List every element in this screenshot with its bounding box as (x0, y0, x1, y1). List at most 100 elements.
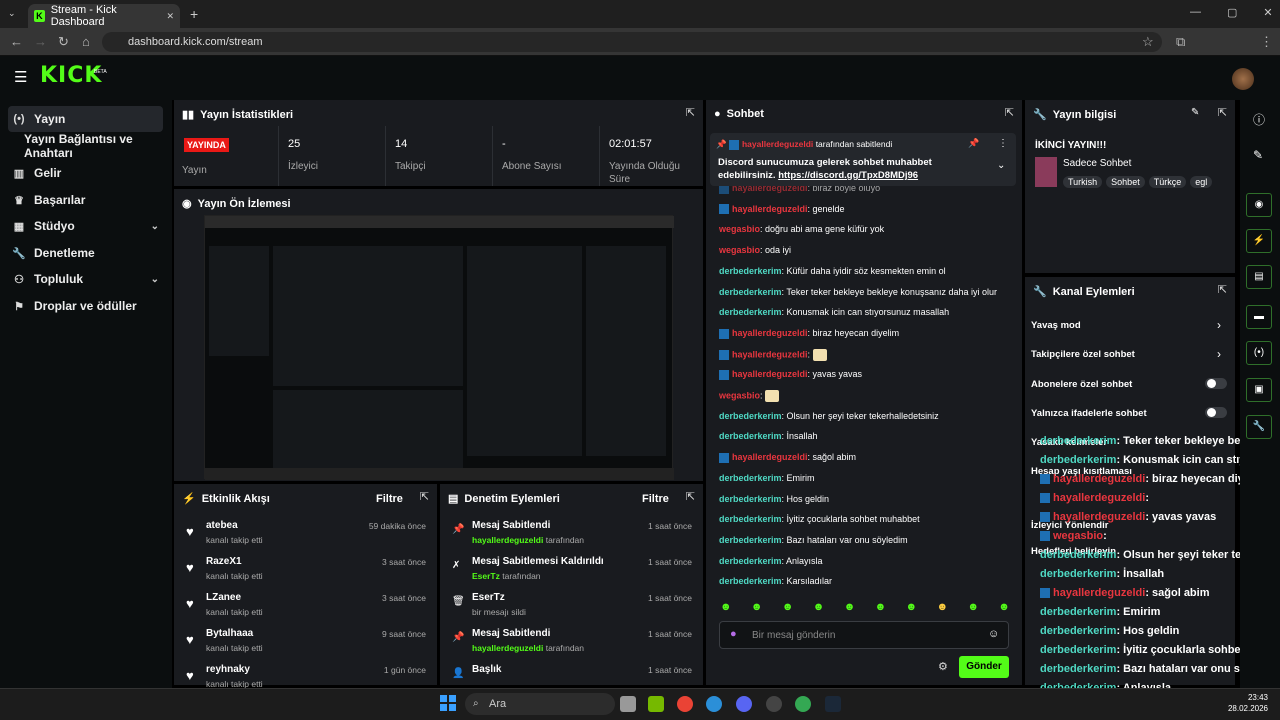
chat-username[interactable]: wegasbio (719, 390, 760, 400)
chat-username[interactable]: hayallerdeguzeldi (732, 349, 808, 359)
chat-message[interactable]: derbederkerim: Bazı hataları var onu söy… (719, 535, 908, 546)
pinned-link[interactable]: https://discord.gg/TpxD8MDj96 (778, 170, 918, 181)
action-slow-mode[interactable]: Yavaş mod (1031, 320, 1081, 331)
chat-username[interactable]: hayallerdeguzeldi (732, 452, 808, 462)
windows-start-icon[interactable] (440, 695, 456, 711)
url-input[interactable]: dashboard.kick.com/stream (102, 32, 1162, 52)
emote-icon[interactable]: ☻ (936, 601, 948, 613)
chat-input[interactable]: ● Bir mesaj gönderin ☺ (719, 621, 1009, 649)
chat-message[interactable]: hayallerdeguzeldi: yavas yavas (719, 369, 862, 380)
tag[interactable]: Türkçe (1148, 176, 1187, 188)
chat-username[interactable]: derbederkerim (719, 287, 782, 297)
chat-username[interactable]: derbederkerim (719, 494, 782, 504)
microphone-icon[interactable]: ● (730, 628, 737, 640)
close-tab-icon[interactable]: ✕ (166, 11, 174, 22)
wrench-icon[interactable]: 🔧 (1246, 415, 1272, 439)
expand-icon[interactable]: ⇱ (686, 106, 695, 119)
more-options-icon[interactable]: ⋮ (998, 138, 1008, 149)
moderation-filter-button[interactable]: Filtre (642, 493, 669, 505)
category-name[interactable]: Sadece Sohbet (1063, 158, 1131, 169)
emote-icon[interactable]: ☻ (998, 601, 1010, 613)
camera-icon[interactable]: ◉ (1246, 193, 1272, 217)
expand-icon[interactable]: ⇱ (1005, 106, 1014, 119)
emote-icon[interactable]: ☻ (906, 601, 918, 613)
chat-username[interactable]: hayallerdeguzeldi (732, 328, 808, 338)
chat-message[interactable]: derbederkerim: Teker teker bekleye bekle… (719, 287, 997, 298)
unpin-icon[interactable]: 📌 (968, 138, 979, 149)
tab-list-icon[interactable]: ⌄ (8, 8, 16, 19)
chat-username[interactable]: derbederkerim (719, 473, 782, 483)
chrome-active-icon[interactable] (795, 696, 811, 712)
sidebar-item-droplar[interactable]: ⚑ Droplar ve ödüller (8, 293, 163, 319)
sidebar-item-gelir[interactable]: ▥ Gelir (8, 160, 163, 186)
sidebar-item-topluluk[interactable]: ⚇ Topluluk ⌄ (8, 266, 163, 292)
chat-message[interactable]: derbederkerim: Konusmak icin can stıyors… (719, 307, 949, 318)
sidebar-item-basarilar[interactable]: ♛ Başarılar (8, 187, 163, 213)
chat-message[interactable]: hayallerdeguzeldi: (719, 348, 827, 361)
chevron-right-icon[interactable]: › (1217, 318, 1221, 332)
minimize-icon[interactable]: — (1190, 6, 1201, 19)
broadcast-icon[interactable]: (•) (1246, 341, 1272, 365)
maximize-icon[interactable]: ▢ (1227, 6, 1237, 19)
emote-icon[interactable]: ☻ (782, 601, 794, 613)
emote-icon[interactable]: ☻ (967, 601, 979, 613)
chat-username[interactable]: derbederkerim (719, 431, 782, 441)
hamburger-menu-icon[interactable]: ☰ (14, 68, 27, 86)
action-subs-only[interactable]: Abonelere özel sohbet (1031, 379, 1132, 390)
close-window-icon[interactable]: ✕ (1263, 6, 1272, 19)
moderation-row[interactable]: 🗑 EserTz bir mesajı sildi 1 saat önce (448, 590, 692, 624)
edge-icon[interactable] (706, 696, 722, 712)
chat-username[interactable]: derbederkerim (719, 535, 782, 545)
chat-username[interactable]: hayallerdeguzeldi (732, 204, 808, 214)
expand-icon[interactable]: ⇱ (1218, 106, 1227, 119)
action-emote-only[interactable]: Yalnızca ifadelerle sohbet (1031, 408, 1147, 419)
chat-username[interactable]: wegasbio (719, 245, 760, 255)
chevron-down-icon[interactable]: ⌄ (997, 160, 1005, 171)
tag[interactable]: Sohbet (1106, 176, 1145, 188)
bookmark-star-icon[interactable]: ☆ (1142, 34, 1154, 50)
moderation-row[interactable]: ✗ Mesaj Sabitlemesi Kaldırıldı EserTz tara… (448, 554, 692, 588)
expand-icon[interactable]: ⇱ (686, 490, 695, 503)
chat-message[interactable]: derbederkerim: Karsıladılar (719, 576, 832, 587)
activity-row[interactable]: ♥ Bytalhaaa kanalı takip etti 9 saat önce (182, 626, 426, 660)
chat-username[interactable]: derbederkerim (719, 307, 782, 317)
pinned-message[interactable]: 📌 hayallerdeguzeldi tarafından sabitlend… (710, 133, 1016, 186)
bolt-icon[interactable]: ⚡ (1246, 229, 1272, 253)
file-explorer-icon[interactable] (620, 696, 636, 712)
chevron-right-icon[interactable]: › (1217, 347, 1221, 361)
expand-icon[interactable]: ⇱ (1218, 283, 1227, 296)
chat-settings-gear-icon[interactable]: ⚙ (938, 660, 948, 673)
moderation-row[interactable]: 📌 Mesaj Sabitlendi hayallerdeguzeldi taraf… (448, 518, 692, 552)
pen-icon[interactable]: ✎ (1253, 148, 1263, 162)
chat-username[interactable]: derbederkerim (719, 411, 782, 421)
document-icon[interactable]: ▤ (1246, 265, 1272, 289)
subs-only-toggle[interactable] (1205, 378, 1227, 389)
edit-icon[interactable]: ✎ (1191, 107, 1199, 118)
chat-message[interactable]: hayallerdeguzeldi: genelde (719, 204, 845, 215)
chat-message[interactable]: hayallerdeguzeldi: sağol abim (719, 452, 856, 463)
sidebar-item-yayin[interactable]: (•) Yayın (8, 106, 163, 132)
chat-username[interactable]: derbederkerim (719, 576, 782, 586)
activity-row[interactable]: ♥ LZanee kanalı takip etti 3 saat önce (182, 590, 426, 624)
send-button[interactable]: Gönder (959, 656, 1009, 678)
emote-icon[interactable]: ☻ (751, 601, 763, 613)
expand-icon[interactable]: ⇱ (420, 490, 429, 503)
chat-username[interactable]: derbederkerim (719, 514, 782, 524)
emote-only-toggle[interactable] (1205, 407, 1227, 418)
nvidia-icon[interactable] (648, 696, 664, 712)
emote-icon[interactable]: ☻ (813, 601, 825, 613)
tag[interactable]: Turkish (1063, 176, 1103, 188)
activity-row[interactable]: ♥ RazeX1 kanalı takip etti 3 saat önce (182, 554, 426, 588)
browser-menu-icon[interactable]: ⋮ (1260, 34, 1273, 50)
chat-message[interactable]: derbederkerim: İnsallah (719, 431, 818, 442)
chat-message[interactable]: derbederkerim: Küfür daha iyidir söz kes… (719, 266, 946, 277)
chat-message[interactable]: derbederkerim: İyitiz çocuklarla sohbet … (719, 514, 920, 525)
emote-icon[interactable]: ☻ (844, 601, 856, 613)
chat-username[interactable]: derbederkerim (719, 266, 782, 276)
taskbar-search[interactable]: ⌕ Ara (465, 693, 615, 715)
sidebar-item-denetleme[interactable]: 🔧 Denetleme (8, 240, 163, 266)
chat-message[interactable]: derbederkerim: Anlayısla (719, 556, 823, 567)
tag[interactable]: egl (1190, 176, 1213, 188)
stream-preview-video[interactable] (204, 215, 674, 480)
back-icon[interactable]: ← (10, 34, 23, 49)
